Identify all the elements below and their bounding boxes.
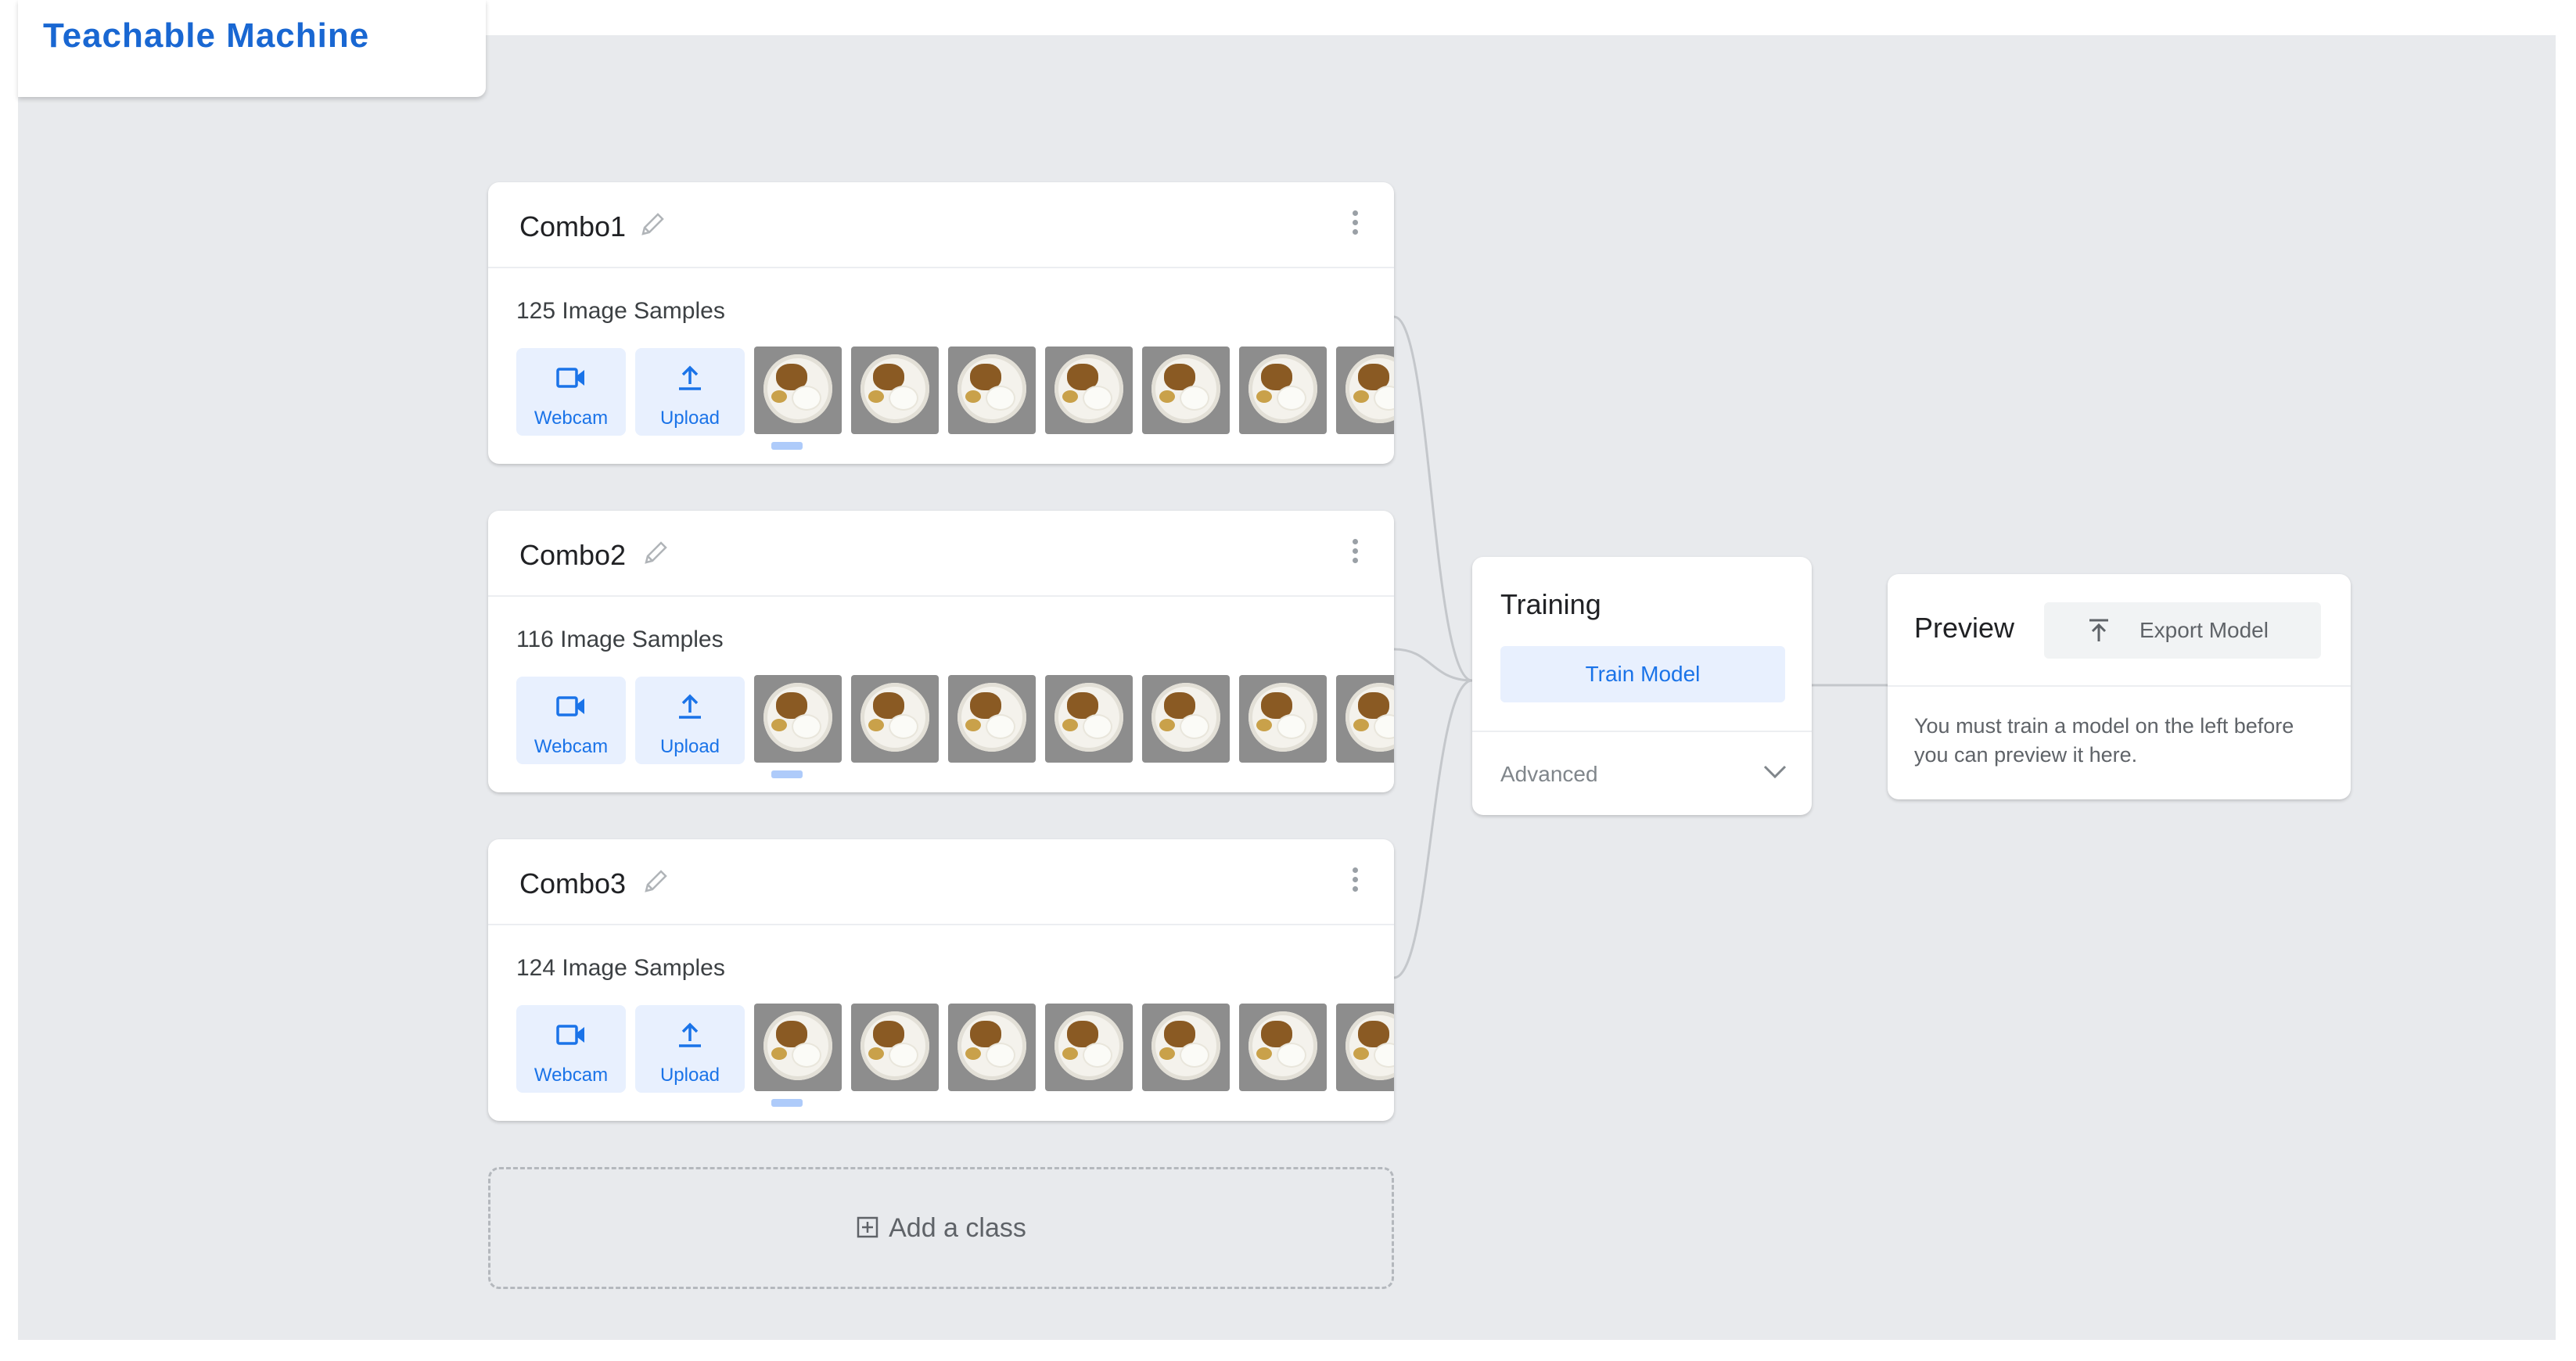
class-card-combo3: Combo3 124 Image Samples Webcam Upload [488,839,1394,1121]
videocam-icon [556,696,584,716]
upload-button[interactable]: Upload [635,348,745,436]
sample-count: 116 Image Samples [516,627,724,652]
upload-label: Upload [659,408,720,429]
upload-icon [679,1022,701,1047]
webcam-button[interactable]: Webcam [516,677,626,764]
webcam-button[interactable]: Webcam [516,348,626,436]
sample-thumbnail[interactable] [754,347,842,434]
upload-button[interactable]: Upload [635,677,745,764]
class-card-combo1: Combo1 125 Image Samples Webcam Upload [488,182,1394,464]
sample-thumbnail[interactable] [754,675,842,763]
sample-thumbnail[interactable] [1239,675,1327,763]
pencil-icon[interactable] [640,866,671,897]
more-vert-icon[interactable] [1350,539,1360,570]
videocam-icon [556,368,584,388]
upload-label: Upload [659,1065,720,1086]
sample-thumbnail[interactable] [948,347,1036,434]
thumbnail-scrollbar[interactable] [771,1099,803,1107]
class-name[interactable]: Combo3 [519,867,626,900]
sample-thumbnail[interactable] [1142,675,1230,763]
sample-thumbnail[interactable] [1239,1004,1327,1091]
preview-message: You must train a model on the left befor… [1914,714,2294,767]
add-box-icon [857,1216,878,1238]
app-logo[interactable]: Teachable Machine [43,19,369,53]
pencil-icon[interactable] [637,209,668,240]
class-card-combo2: Combo2 116 Image Samples Webcam Upload [488,511,1394,792]
sample-thumbnail[interactable] [1336,347,1394,434]
sample-count: 125 Image Samples [516,298,725,324]
chevron-down-icon[interactable] [1762,762,1788,781]
webcam-label: Webcam [534,408,609,429]
sample-thumbnail[interactable] [1045,1004,1133,1091]
training-title: Training [1500,588,1601,620]
class-header: Combo2 [488,511,1394,597]
divider [1888,685,2351,687]
class-name[interactable]: Combo1 [519,210,626,243]
sample-thumbnail[interactable] [1336,675,1394,763]
sample-thumbnail[interactable] [1045,675,1133,763]
webcam-label: Webcam [534,736,609,757]
train-model-button[interactable]: Train Model [1500,646,1785,702]
upload-button[interactable]: Upload [635,1005,745,1093]
sample-thumbnail[interactable] [1336,1004,1394,1091]
export-model-label: Export Model [2139,618,2269,642]
thumbnail-scrollbar[interactable] [771,442,803,450]
sample-thumbnail[interactable] [754,1004,842,1091]
app-header: Teachable Machine [18,0,486,97]
class-header: Combo3 [488,839,1394,925]
webcam-label: Webcam [534,1065,609,1086]
sample-thumbnail[interactable] [1045,347,1133,434]
upload-icon [679,694,701,719]
sample-thumbnail[interactable] [948,1004,1036,1091]
add-class-button[interactable]: Add a class [488,1167,1394,1289]
more-vert-icon[interactable] [1350,210,1360,242]
divider [1472,731,1812,732]
class-header: Combo1 [488,182,1394,268]
upload-icon [679,365,701,390]
sample-thumbnail[interactable] [851,675,939,763]
add-class-label: Add a class [889,1213,1026,1243]
sample-thumbnail[interactable] [1239,347,1327,434]
export-model-button[interactable]: Export Model [2044,602,2321,659]
sample-thumbnail[interactable] [948,675,1036,763]
thumbnail-scrollbar[interactable] [771,770,803,778]
sample-thumbnail[interactable] [851,1004,939,1091]
training-panel: Training Train Model Advanced [1472,557,1812,815]
more-vert-icon[interactable] [1350,867,1360,899]
preview-title: Preview [1914,612,2015,644]
sample-thumbnail[interactable] [1142,347,1230,434]
sample-thumbnail[interactable] [851,347,939,434]
upload-label: Upload [659,736,720,757]
add-class-content: Add a class [490,1213,1392,1244]
sample-thumbnail[interactable] [1142,1004,1230,1091]
preview-panel: Preview Export Model You must train a mo… [1888,574,2351,799]
class-name[interactable]: Combo2 [519,539,626,572]
export-icon [2089,619,2108,641]
sample-count: 124 Image Samples [516,955,725,981]
pencil-icon[interactable] [640,537,671,569]
webcam-button[interactable]: Webcam [516,1005,626,1093]
advanced-toggle[interactable]: Advanced [1500,762,1598,787]
videocam-icon [556,1025,584,1045]
